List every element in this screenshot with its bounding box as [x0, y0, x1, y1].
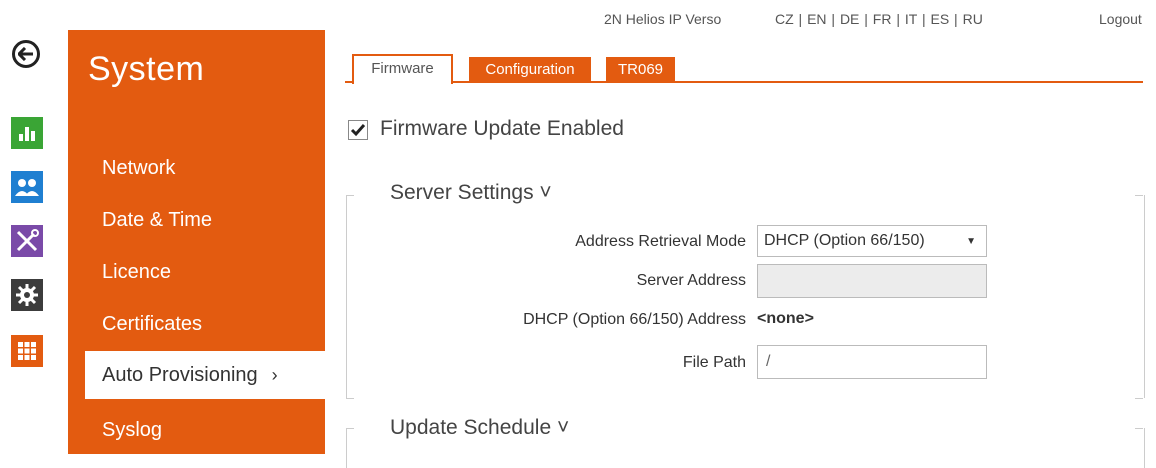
sidebar-item-label: Auto Provisioning: [102, 363, 258, 386]
sidebar-item-certificates[interactable]: Certificates: [68, 300, 325, 348]
statistics-icon[interactable]: [11, 117, 43, 149]
chevron-right-icon: ›: [271, 364, 278, 385]
group-bracket: [346, 398, 354, 399]
users-icon[interactable]: [11, 171, 43, 203]
top-bar: 2N Helios IP Verso CZ | EN | DE | FR | I…: [0, 0, 1156, 30]
tab-firmware[interactable]: Firmware: [352, 54, 453, 84]
group-bracket: [346, 195, 354, 196]
update-schedule-title[interactable]: Update Schedule ˅: [386, 416, 574, 440]
tab-tr069[interactable]: TR069: [606, 57, 675, 81]
sidebar-item-label: Network: [102, 156, 176, 179]
sidebar: System Network Date & Time Licence Certi…: [68, 30, 325, 454]
gear-icon[interactable]: [11, 279, 43, 311]
address-mode-value: DHCP (Option 66/150): [764, 232, 925, 249]
address-mode-label: Address Retrieval Mode: [575, 233, 746, 250]
file-path-input[interactable]: /: [757, 345, 987, 379]
tabs-underline: [345, 81, 1143, 83]
firmware-update-checkbox[interactable]: [348, 120, 368, 140]
sidebar-item-auto-provisioning[interactable]: Auto Provisioning ›: [85, 351, 325, 399]
sidebar-item-date-time[interactable]: Date & Time: [68, 196, 325, 244]
firmware-update-label: Firmware Update Enabled: [380, 117, 624, 140]
tools-icon[interactable]: [11, 225, 43, 257]
sidebar-item-syslog[interactable]: Syslog: [68, 406, 325, 454]
group-bracket: [1135, 195, 1143, 196]
tab-configuration[interactable]: Configuration: [469, 57, 591, 81]
device-name: 2N Helios IP Verso: [604, 11, 722, 27]
server-settings-title[interactable]: Server Settings ˅: [386, 181, 556, 205]
group-bracket: [1135, 398, 1143, 399]
sidebar-item-label: Syslog: [102, 418, 163, 441]
dhcp-address-label: DHCP (Option 66/150) Address: [523, 311, 746, 328]
dhcp-address-value: <none>: [757, 310, 814, 327]
server-address-label: Server Address: [636, 272, 746, 289]
address-mode-select[interactable]: DHCP (Option 66/150) ▼: [757, 225, 987, 257]
sidebar-item-label: Licence: [102, 260, 171, 283]
sidebar-item-label: Date & Time: [102, 208, 213, 231]
language-selector[interactable]: CZ | EN | DE | FR | IT | ES | RU: [775, 11, 983, 27]
logout-link[interactable]: Logout: [1099, 11, 1142, 27]
sidebar-item-licence[interactable]: Licence: [68, 248, 325, 296]
sidebar-item-label: Certificates: [102, 312, 203, 335]
sidebar-title: System: [88, 50, 205, 88]
back-arrow-icon[interactable]: [12, 40, 40, 68]
sidebar-item-network[interactable]: Network: [68, 144, 325, 192]
group-bracket: [346, 428, 354, 429]
grid-icon[interactable]: [11, 335, 43, 367]
group-bracket: [1135, 428, 1143, 429]
server-address-input[interactable]: [757, 264, 987, 298]
file-path-label: File Path: [682, 354, 746, 371]
dropdown-arrow-icon: ▼: [966, 235, 976, 247]
